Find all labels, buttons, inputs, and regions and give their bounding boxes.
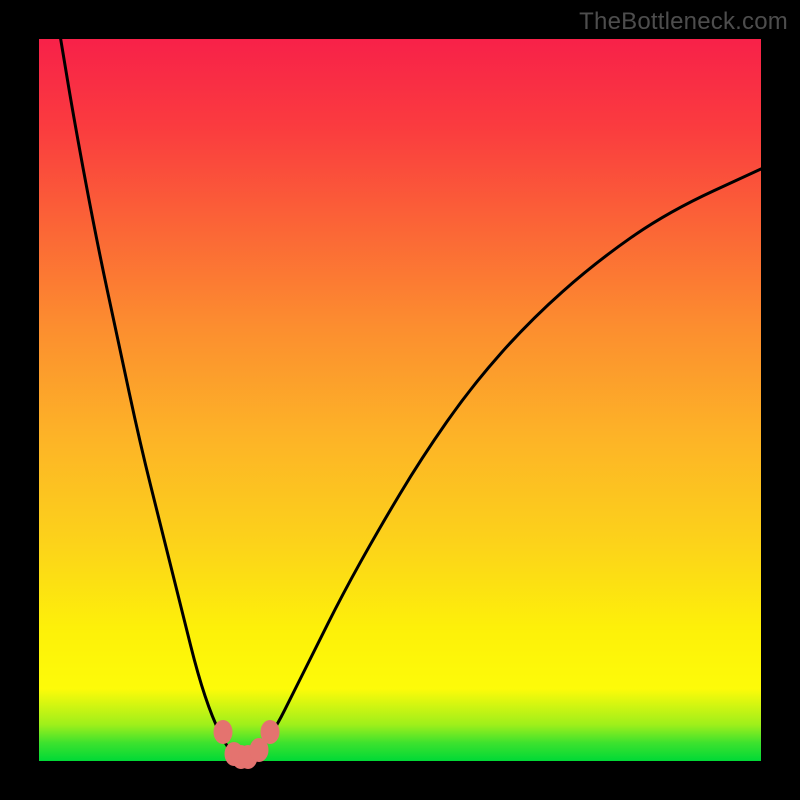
data-marker [261, 720, 280, 744]
marker-group [39, 39, 761, 761]
watermark-text: TheBottleneck.com [579, 8, 788, 36]
data-marker [214, 720, 233, 744]
